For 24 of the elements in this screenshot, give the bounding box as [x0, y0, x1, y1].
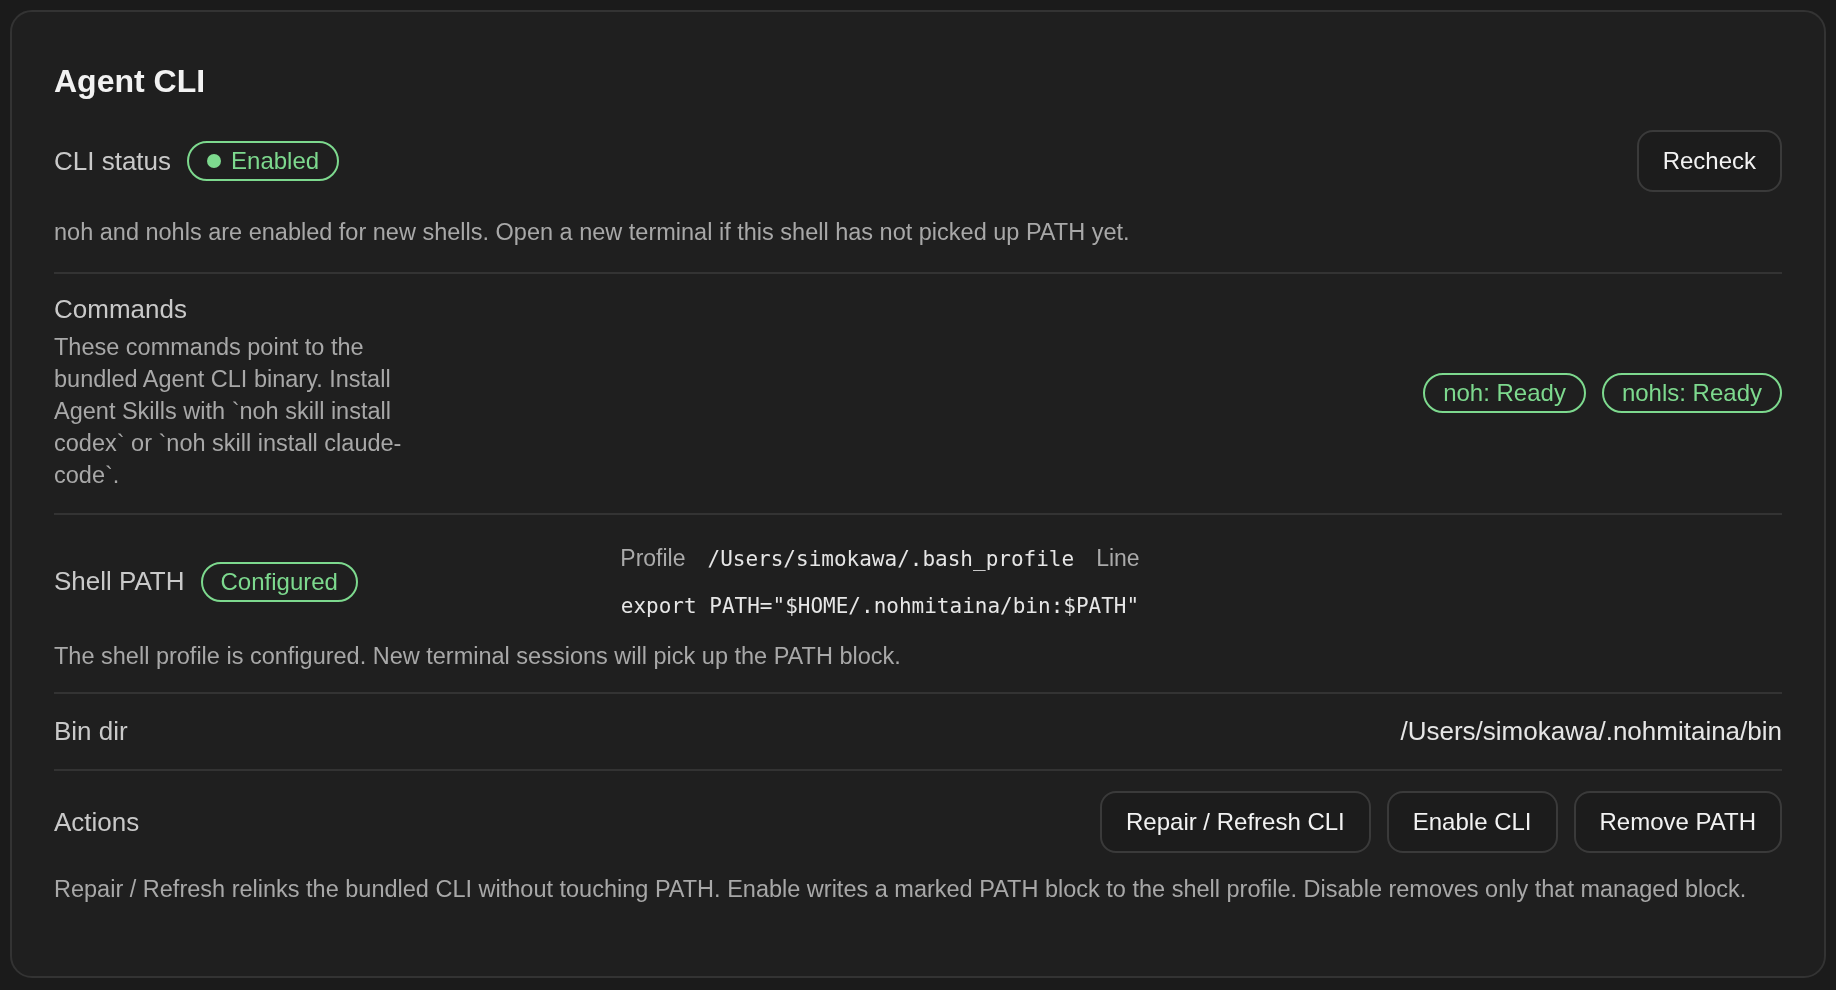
bin-dir-path: /Users/simokawa/.nohmitaina/bin — [1400, 716, 1782, 748]
action-button[interactable]: Enable CLI — [1386, 791, 1558, 854]
recheck-button[interactable]: Recheck — [1636, 130, 1782, 193]
shell-path-description: The shell profile is configured. New terminal sessions will pick up the PATH block. — [54, 642, 902, 672]
status-description: noh and nohls are enabled for new shells. Open a new terminal if this shell has not picked up PATH yet. — [54, 218, 1131, 248]
ready-badge: nohls: Ready — [1601, 372, 1782, 413]
row-label: Actions — [54, 806, 140, 838]
actions-description: Repair / Refresh relinks the bundled CLI without touching PATH. Enable writes a marked PATH block to the shell profile. Disable removes only that managed block. — [54, 875, 1748, 905]
line-label: Line — [1096, 545, 1140, 573]
row-label: Bin dir — [54, 716, 128, 748]
row-label: CLI status — [54, 145, 172, 177]
status-dot-icon — [207, 154, 222, 169]
profile-path: /Users/simokawa/.bash_profile — [707, 547, 1075, 572]
action-button[interactable]: Repair / Refresh CLI — [1100, 791, 1371, 854]
row-label: Shell PATH — [54, 566, 185, 598]
section-title: Agent CLI — [54, 62, 207, 101]
status-badge: Configured — [200, 561, 358, 602]
action-button[interactable]: Remove PATH — [1573, 791, 1782, 854]
export-line: export PATH="$HOME/.nohmitaina/bin:$PATH" — [620, 594, 1140, 619]
row-label: Commands — [54, 294, 187, 325]
profile-label: Profile — [620, 545, 686, 573]
status-badge: Enabled — [187, 141, 340, 182]
commands-description: These commands point to the bundled Agent CLI binary. Install Agent Skills with `noh skill install codex` or `noh skill install claude-code`. — [54, 333, 403, 491]
ready-badge: noh: Ready — [1423, 372, 1586, 413]
